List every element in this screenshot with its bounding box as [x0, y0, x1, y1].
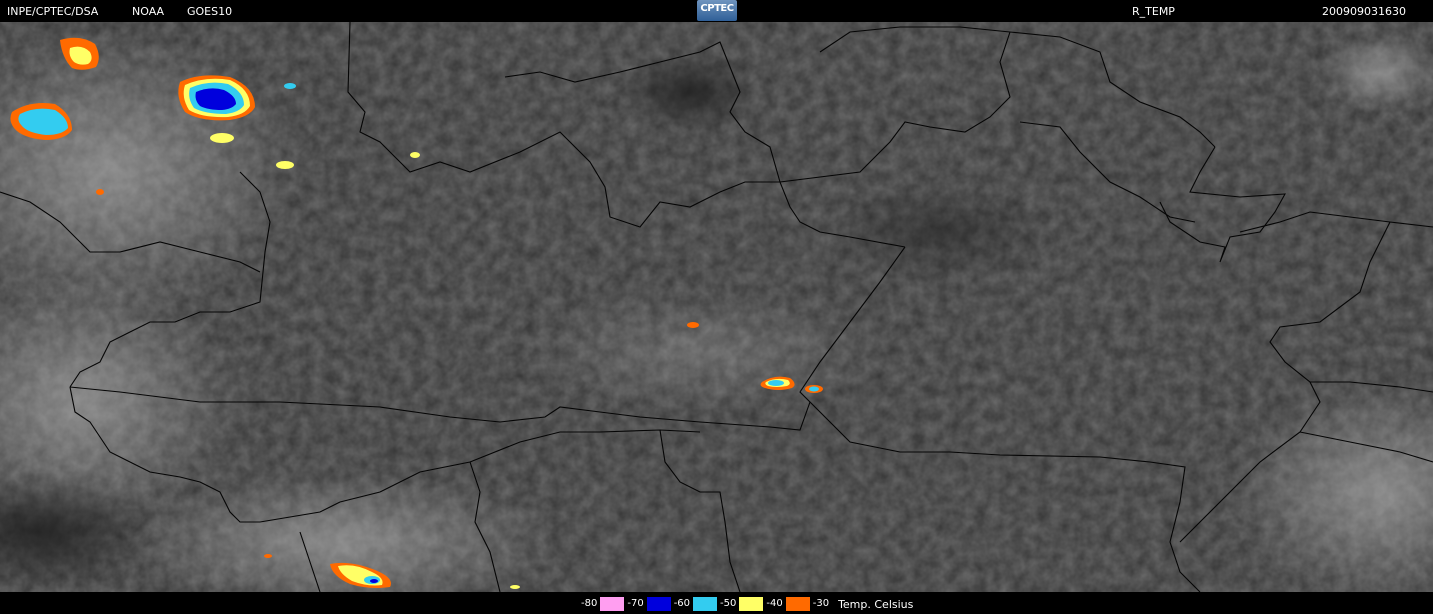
legend-label-2: -70 [624, 597, 647, 611]
source-label: INPE/CPTEC/DSA [7, 5, 99, 18]
legend-swatch-3 [693, 597, 718, 611]
product-label: R_TEMP [1132, 5, 1175, 18]
legend-label-1: -80 [578, 597, 601, 611]
satellite-label: GOES10 [187, 5, 233, 18]
legend-label-5: -40 [763, 597, 786, 611]
logo-text: CPTEC [700, 3, 734, 14]
cptec-logo: CPTEC [697, 0, 737, 21]
clear-area-north [620, 52, 760, 132]
clear-area-center [820, 182, 1060, 282]
temperature-legend: -80 -70 -60 -50 -40 -30 Temp. Celsius [0, 594, 1433, 614]
storm-cell-e-core [809, 386, 819, 392]
legend-swatch-1 [600, 597, 625, 611]
storm-cell-s-core [370, 579, 378, 583]
storm-cell-small-3 [284, 83, 296, 89]
legend-label-3: -60 [670, 597, 694, 611]
storm-cell-small-2 [276, 161, 294, 169]
storm-cell-c-core [768, 380, 784, 386]
legend-swatch-2 [646, 597, 671, 611]
legend-label-4: -50 [717, 597, 740, 611]
legend-label-6: -30 [809, 597, 833, 611]
satellite-image [0, 21, 1433, 612]
header-bar: INPE/CPTEC/DSA NOAA GOES10 CPTEC R_TEMP … [0, 0, 1433, 22]
agency-label: NOAA [132, 5, 165, 18]
storm-cell-small-1 [210, 133, 234, 143]
storm-cell-small-6 [687, 322, 699, 328]
storm-cell-small-7 [264, 554, 272, 558]
legend-swatch-4 [739, 597, 764, 611]
legend-swatch-5 [785, 597, 810, 611]
satellite-map [0, 21, 1433, 612]
cloud-band-center [520, 292, 880, 412]
legend-unit: Temp. Celsius [838, 597, 914, 611]
storm-cell-small-4 [410, 152, 420, 158]
storm-cell-small-5 [96, 189, 104, 195]
storm-cell-small-8 [510, 585, 520, 589]
timestamp-label: 200909031630 [1322, 5, 1406, 18]
legend-row: -80 -70 -60 -50 -40 -30 Temp. Celsius [578, 597, 913, 611]
